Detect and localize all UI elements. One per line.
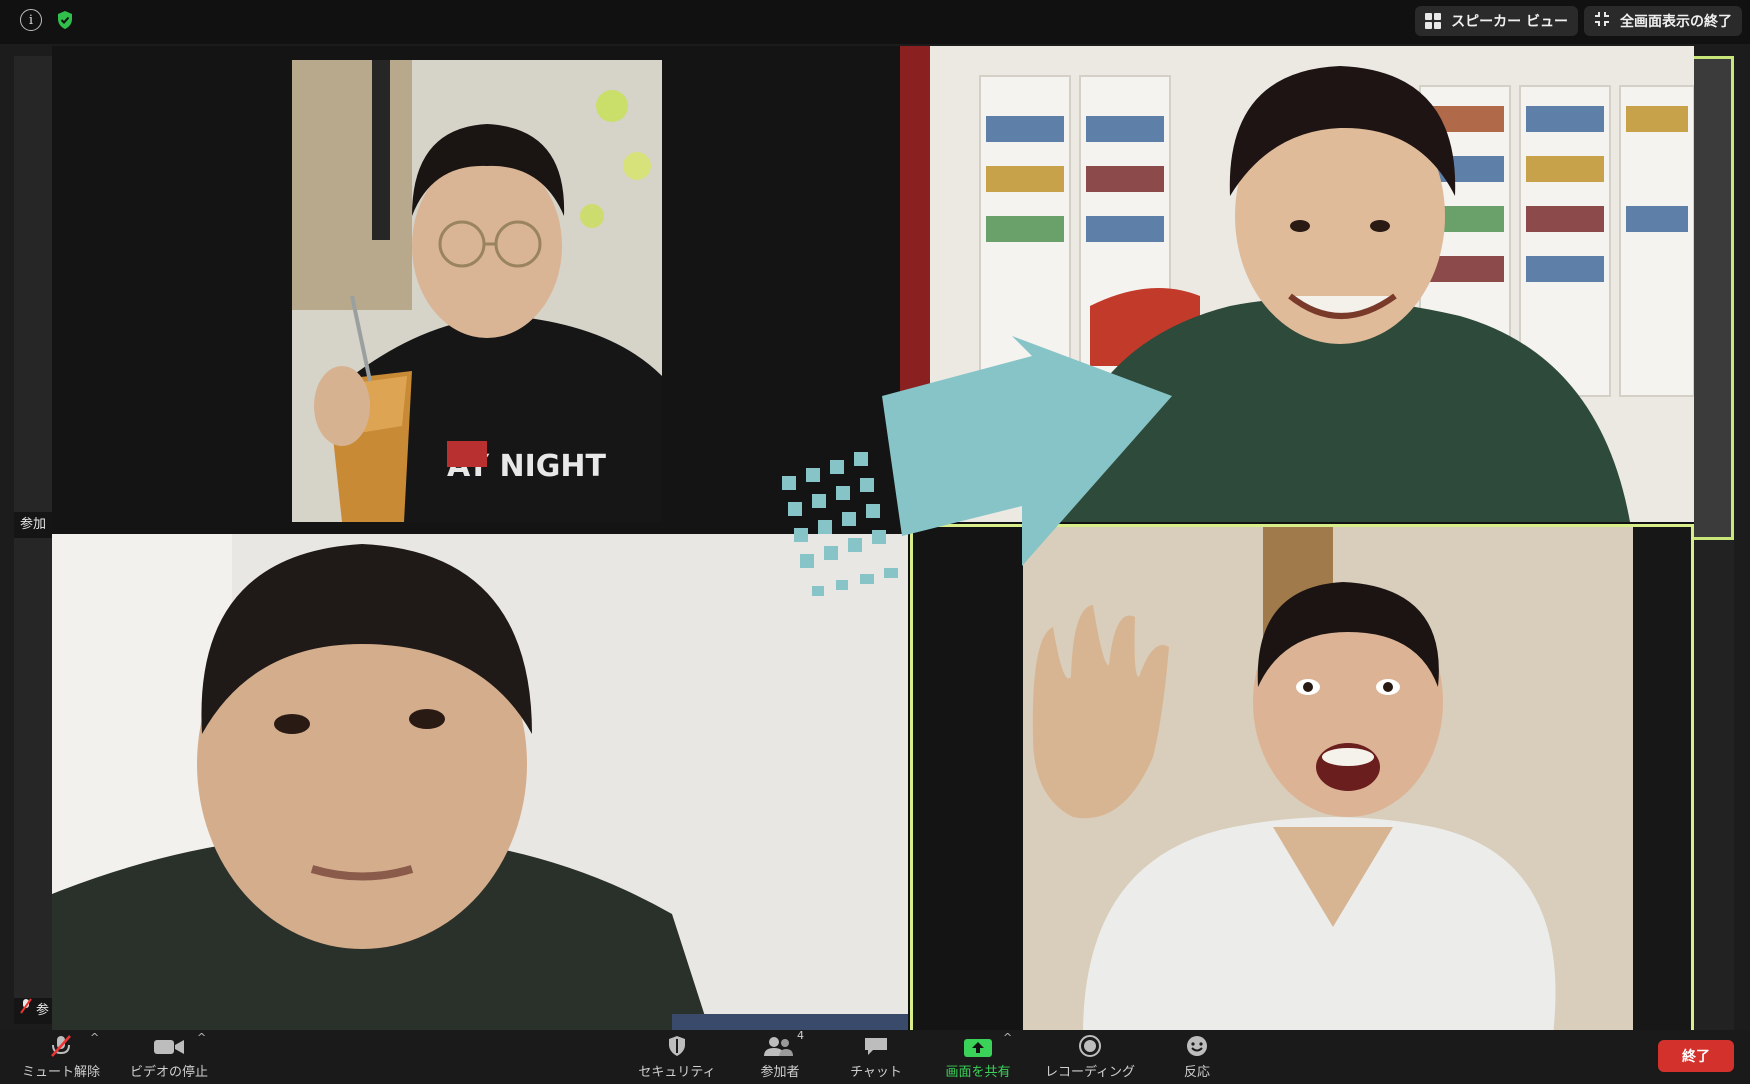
info-icon[interactable]: i bbox=[20, 9, 42, 31]
zoom-meeting-window: i スピーカー ビュー 全画面表示の終了 参加 参 AY NIGHT ^ ミュー… bbox=[0, 0, 1750, 1084]
exit-fullscreen-icon bbox=[1594, 11, 1610, 31]
right-partial-tile bbox=[1694, 56, 1734, 540]
participants-button[interactable]: 4 参加者 bbox=[740, 1029, 820, 1084]
security-label: セキュリティ bbox=[638, 1065, 716, 1080]
unmute-options-caret[interactable]: ^ bbox=[90, 1031, 99, 1044]
video-options-caret[interactable]: ^ bbox=[197, 1031, 206, 1044]
participants-count: 4 bbox=[797, 1029, 804, 1042]
stop-video-label: ビデオの停止 bbox=[129, 1065, 208, 1080]
chat-label: チャット bbox=[850, 1065, 902, 1080]
recording-label: レコーディング bbox=[1044, 1065, 1136, 1080]
top-left-controls: i bbox=[20, 9, 76, 31]
top-right-controls: スピーカー ビュー 全画面表示の終了 bbox=[1415, 6, 1742, 36]
speaker-view-label: スピーカー ビュー bbox=[1451, 14, 1568, 30]
participant-name-label: 参 bbox=[36, 1003, 50, 1018]
speaker-view-button[interactable]: スピーカー ビュー bbox=[1415, 6, 1578, 36]
share-screen-button[interactable]: ^ 画面を共有 bbox=[938, 1030, 1018, 1084]
video-camera-icon: ^ bbox=[153, 1031, 206, 1057]
smiley-icon bbox=[1185, 1035, 1209, 1057]
arrow-overlay-graphic bbox=[772, 336, 1192, 616]
chat-button[interactable]: チャット bbox=[836, 1030, 916, 1084]
end-meeting-button[interactable]: 終了 bbox=[1658, 1040, 1734, 1072]
recording-button[interactable]: レコーディング bbox=[1040, 1030, 1140, 1084]
info-glyph: i bbox=[28, 12, 34, 28]
unmute-button[interactable]: ^ ミュート解除 bbox=[16, 1030, 106, 1084]
participant-name-partial-muted: 参 bbox=[14, 998, 56, 1024]
reactions-button[interactable]: 反応 bbox=[1160, 1030, 1234, 1084]
participants-label: 参加者 bbox=[760, 1065, 800, 1080]
meeting-toolbar: ^ ミュート解除 ^ ビデオの停止 セキュリティ 4 参加者 チャット ^ 画面… bbox=[0, 1029, 1750, 1084]
share-screen-label: 画面を共有 bbox=[945, 1065, 1011, 1080]
reactions-label: 反応 bbox=[1183, 1065, 1210, 1080]
chat-bubble-icon bbox=[863, 1035, 889, 1057]
unmute-label: ミュート解除 bbox=[21, 1065, 100, 1080]
exit-fullscreen-label: 全画面表示の終了 bbox=[1620, 14, 1732, 30]
share-screen-icon: ^ bbox=[963, 1031, 1012, 1057]
stop-video-button[interactable]: ^ ビデオの停止 bbox=[124, 1030, 214, 1084]
record-icon bbox=[1078, 1035, 1102, 1057]
video-gallery: AY NIGHT bbox=[52, 46, 1694, 1038]
right-partial-tile-lower bbox=[1694, 540, 1734, 1030]
shield-check-icon[interactable] bbox=[54, 9, 76, 31]
mic-muted-icon bbox=[20, 998, 32, 1024]
top-bar: i スピーカー ビュー 全画面表示の終了 bbox=[0, 0, 1750, 44]
exit-fullscreen-button[interactable]: 全画面表示の終了 bbox=[1584, 6, 1742, 36]
participant-name-partial: 参加 bbox=[14, 512, 53, 538]
security-button[interactable]: セキュリティ bbox=[632, 1030, 722, 1084]
end-meeting-label: 終了 bbox=[1682, 1049, 1710, 1065]
grid-icon bbox=[1425, 13, 1442, 29]
people-icon: 4 bbox=[763, 1029, 804, 1057]
shield-icon bbox=[667, 1035, 687, 1057]
mic-muted-icon: ^ bbox=[48, 1031, 99, 1057]
share-options-caret[interactable]: ^ bbox=[1003, 1031, 1012, 1044]
